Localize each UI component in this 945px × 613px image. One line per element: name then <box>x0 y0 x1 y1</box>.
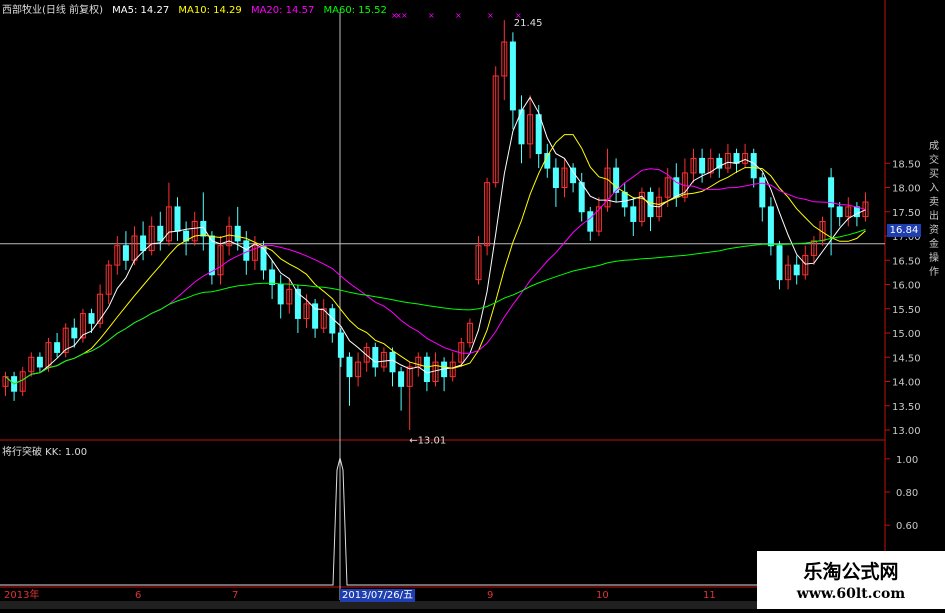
indicator-tick-label: 0.60 <box>896 521 918 532</box>
candle-body <box>346 356 353 378</box>
price-tick-label: 13.00 <box>892 426 921 437</box>
x-axis-label: 11 <box>703 590 716 601</box>
price-tick-label: 15.50 <box>892 305 921 316</box>
ma5-label: MA5: 14.27 <box>112 5 170 16</box>
candle-body <box>398 371 405 387</box>
current-price-tag: 16.84 <box>887 224 921 237</box>
watermark-title: 乐淘公式网 <box>803 561 899 583</box>
candle-body <box>630 206 637 222</box>
candle-body <box>767 206 774 247</box>
candle-body <box>759 177 766 208</box>
x-axis-label: 7 <box>232 590 238 601</box>
candle-body <box>277 284 284 305</box>
candle-body <box>423 356 430 382</box>
candle-body <box>836 206 843 218</box>
indicator-header: 将行突破 KK: 1.00 <box>2 447 88 458</box>
signal-marker-icon: × <box>428 11 435 20</box>
candle-body <box>234 225 241 242</box>
candle-body <box>36 356 43 368</box>
candle-body <box>140 235 147 252</box>
signal-marker-icon: × <box>401 11 408 20</box>
candle-body <box>88 313 95 324</box>
price-tick-label: 13.50 <box>892 402 921 413</box>
ma60-label: MA60: 15.52 <box>323 5 387 16</box>
chart-stage[interactable]: 18.50 18.00 17.50 17.00 16.50 16.00 15.50 15.00… <box>0 0 945 609</box>
candle-body <box>329 308 336 334</box>
candle-body <box>750 153 757 179</box>
candle-body <box>621 191 628 208</box>
ma20-label: MA20: 14.57 <box>250 5 315 16</box>
candle-body <box>733 153 740 164</box>
price-tick-label: 16.50 <box>892 256 921 267</box>
price-tick-label: 18.00 <box>892 184 921 195</box>
candle-body <box>243 240 250 261</box>
candle-body <box>570 167 577 184</box>
candle-body <box>200 220 207 237</box>
indicator-tick-label: 1.00 <box>896 455 918 466</box>
chart-header: 西部牧业(日线 前复权) MA5: 14.27 MA10: 14.29 MA20… <box>2 1 393 16</box>
bottom-tab-strip[interactable] <box>0 601 757 609</box>
watermark-url: www.60lt.com <box>796 586 906 602</box>
candle-body <box>174 206 181 232</box>
price-tick-label: 17.50 <box>892 208 921 219</box>
low-price-label: ←13.01 <box>409 436 446 447</box>
candle-body <box>71 327 78 339</box>
candle-body <box>54 342 61 353</box>
candle-body <box>372 347 379 368</box>
price-tick-label: 16.00 <box>892 281 921 292</box>
price-tick-label: 14.00 <box>892 378 921 389</box>
watermark: 乐淘公式网 www.60lt.com <box>757 551 945 609</box>
candle-body <box>337 332 344 358</box>
signal-marker-icon: × <box>487 11 494 20</box>
candle-body <box>587 211 594 232</box>
ma20-line <box>5 168 866 385</box>
signal-marker-icon: × <box>515 11 522 20</box>
signal-marker-icon: × <box>455 11 462 20</box>
candle-body <box>535 114 542 155</box>
stock-title: 西部牧业(日线 前复权) <box>2 5 103 16</box>
kline-chart[interactable]: 18.5018.0017.5017.0016.5016.0015.5015.00… <box>0 0 945 609</box>
x-axis-label: 2013年 <box>4 588 39 601</box>
x-axis-label: 6 <box>135 590 141 601</box>
candle-body <box>122 245 129 261</box>
ma10-label: MA10: 14.29 <box>178 5 242 16</box>
candle-body <box>793 264 800 276</box>
price-tick-label: 14.50 <box>892 353 921 364</box>
candle-body <box>699 157 706 174</box>
price-tick-label: 18.50 <box>892 159 921 170</box>
price-tick-label: 15.00 <box>892 329 921 340</box>
candle-body <box>157 225 164 242</box>
cursor-date-tag: 2013/07/26/五 <box>340 589 416 602</box>
x-axis-label: 9 <box>487 590 493 601</box>
kk-indicator-line <box>0 457 885 586</box>
candle-body <box>389 351 396 373</box>
candle-body <box>552 167 559 189</box>
indicator-tick-label: 0.80 <box>896 488 918 499</box>
candle-body <box>509 41 516 111</box>
candle-body <box>269 269 276 286</box>
x-axis-label: 10 <box>596 590 609 601</box>
candle-body <box>776 245 783 281</box>
side-toolbar-text[interactable]: 成交买入卖出资金操作 <box>929 140 943 280</box>
